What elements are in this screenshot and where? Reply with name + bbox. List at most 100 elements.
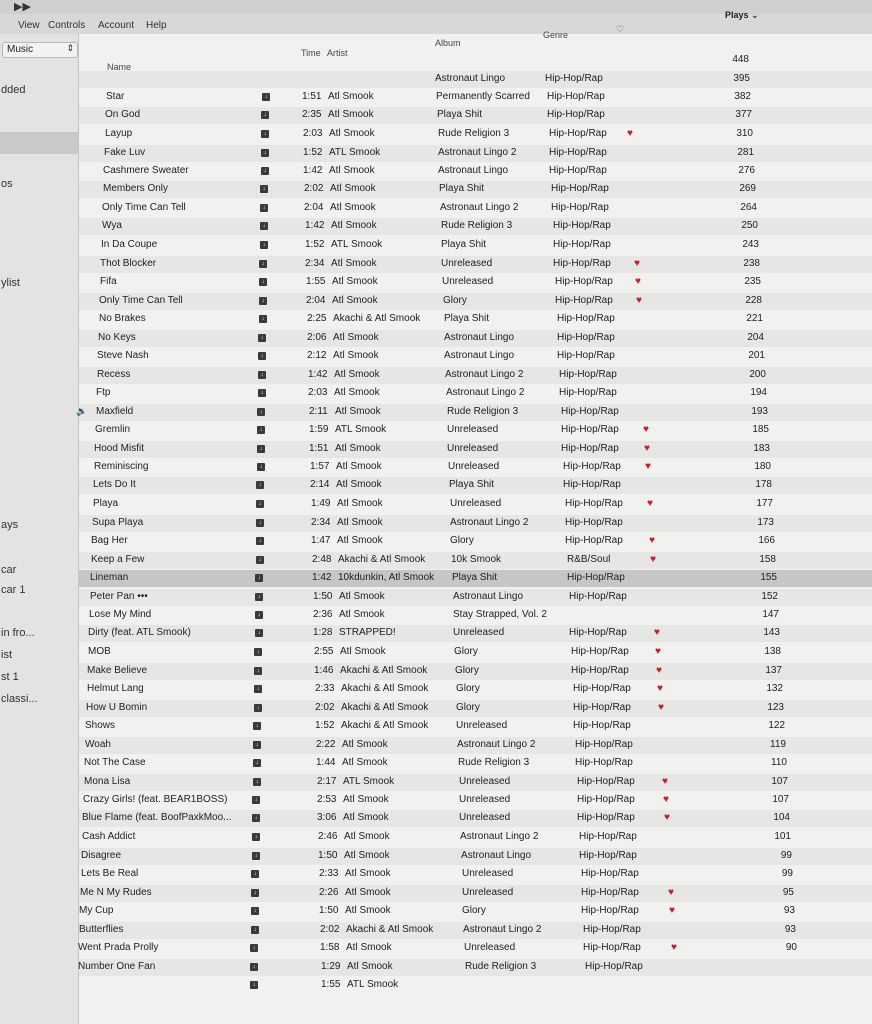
table-row[interactable]: Dirty (feat. ATL Smook) ↓ 1:28 STRAPPED! Unr… — [79, 625, 872, 642]
cloud-status-icon[interactable]: ↓ — [261, 130, 269, 138]
table-row[interactable]: 448 — [79, 52, 872, 69]
heart-icon[interactable]: ♥ — [654, 627, 660, 638]
table-row[interactable]: How U Bomin ↓ 2:02 Akachi & Atl Smook Glory H… — [79, 700, 872, 717]
table-row[interactable]: Only Time Can Tell ↓ 2:04 Atl Smook Glory Hip… — [79, 293, 872, 310]
table-row[interactable]: Blue Flame (feat. BoofPaxkMoo... ↓ 3:06 Atl… — [79, 810, 872, 827]
table-row[interactable]: Supa Playa ↓ 2:34 Atl Smook Astronaut Lingo … — [79, 515, 872, 532]
sidebar-item[interactable]: ays — [1, 519, 18, 531]
table-row[interactable]: Butterflies ↓ 2:02 Akachi & Atl Smook Astron… — [79, 922, 872, 939]
sidebar-item[interactable]: dded — [1, 84, 25, 96]
cloud-status-icon[interactable]: ↓ — [260, 222, 268, 230]
heart-icon[interactable]: ♥ — [656, 665, 662, 676]
heart-icon[interactable]: ♥ — [658, 702, 664, 713]
cloud-status-icon[interactable]: ↓ — [255, 629, 263, 637]
cloud-status-icon[interactable]: ↓ — [254, 704, 262, 712]
sidebar-item[interactable]: car 1 — [1, 584, 25, 596]
heart-icon[interactable]: ♥ — [649, 535, 655, 546]
cloud-status-icon[interactable]: ↓ — [255, 611, 263, 619]
heart-icon[interactable]: ♥ — [644, 443, 650, 454]
cloud-status-icon[interactable]: ↓ — [254, 685, 262, 693]
cloud-status-icon[interactable]: ↓ — [260, 204, 268, 212]
sidebar-item[interactable]: in fro... — [1, 627, 35, 639]
cloud-status-icon[interactable]: ↓ — [252, 814, 260, 822]
menu-help[interactable]: Help — [146, 20, 167, 31]
heart-icon[interactable]: ♥ — [645, 461, 651, 472]
cloud-status-icon[interactable]: ↓ — [253, 741, 261, 749]
table-row[interactable]: Number One Fan ↓ 1:29 Atl Smook Rude Religio… — [78, 959, 872, 976]
cloud-status-icon[interactable]: ↓ — [260, 185, 268, 193]
heart-icon[interactable]: ♥ — [655, 646, 661, 657]
cloud-status-icon[interactable]: ↓ — [261, 167, 269, 175]
cloud-status-icon[interactable]: ↓ — [258, 389, 266, 397]
table-row[interactable]: Lets Be Real ↓ 2:33 Atl Smook Unreleased Hip-… — [79, 866, 872, 883]
table-row[interactable]: No Brakes ↓ 2:25 Akachi & Atl Smook Playa Sh… — [79, 311, 872, 328]
cloud-status-icon[interactable]: ↓ — [258, 371, 266, 379]
table-row[interactable]: In Da Coupe ↓ 1:52 ATL Smook Playa Shit Hip-H… — [79, 237, 872, 254]
table-row[interactable]: Bag Her ↓ 1:47 Atl Smook Glory Hip-Hop/Rap ♥ 16… — [79, 533, 872, 550]
cloud-status-icon[interactable]: ↓ — [256, 519, 264, 527]
cloud-status-icon[interactable]: ↓ — [254, 648, 262, 656]
table-row[interactable]: Star ↓ 1:51 Atl Smook Permanently Scarred Hip… — [79, 89, 872, 106]
table-row[interactable]: Me N My Rudes ↓ 2:26 Atl Smook Unreleased Hip… — [79, 885, 872, 902]
cloud-status-icon[interactable]: ↓ — [256, 481, 264, 489]
cloud-status-icon[interactable]: ↓ — [259, 297, 267, 305]
cloud-status-icon[interactable]: ↓ — [256, 556, 264, 564]
table-row[interactable]: Lets Do It ↓ 2:14 Atl Smook Playa Shit Hip-Ho… — [79, 477, 872, 494]
cloud-status-icon[interactable]: ↓ — [252, 796, 260, 804]
cloud-status-icon[interactable]: ↓ — [259, 260, 267, 268]
menu-account[interactable]: Account — [98, 20, 134, 31]
sidebar-item[interactable]: car — [1, 564, 16, 576]
cloud-status-icon[interactable]: ↓ — [255, 593, 263, 601]
cloud-status-icon[interactable]: ↓ — [253, 759, 261, 767]
column-plays[interactable]: Plays ⌄ — [725, 10, 759, 21]
table-row[interactable]: Cashmere Sweater ↓ 1:42 Atl Smook Astronaut … — [79, 163, 872, 180]
cloud-status-icon[interactable]: ↓ — [254, 667, 262, 675]
table-row[interactable]: Steve Nash ↓ 2:12 Atl Smook Astronaut Lingo H… — [79, 348, 872, 365]
heart-icon[interactable]: ♥ — [671, 942, 677, 953]
table-row[interactable]: MOB ↓ 2:55 Atl Smook Glory Hip-Hop/Rap ♥ 138 — [79, 644, 872, 661]
cloud-status-icon[interactable]: ↓ — [253, 722, 261, 730]
table-row[interactable]: ↓ 1:55 ATL Smook — [79, 977, 872, 994]
table-row[interactable]: Gremlin ↓ 1:59 ATL Smook Unreleased Hip-Hop/R… — [79, 422, 872, 439]
fast-forward-icon[interactable]: ▶▶ — [14, 0, 31, 13]
table-row[interactable]: Make Believe ↓ 1:46 Akachi & Atl Smook Glory… — [79, 663, 872, 680]
cloud-status-icon[interactable]: ↓ — [259, 315, 267, 323]
cloud-status-icon[interactable]: ↓ — [251, 870, 259, 878]
table-row[interactable]: Lose My Mind ↓ 2:36 Atl Smook Stay Strapped,… — [79, 607, 872, 624]
table-row[interactable]: Only Time Can Tell ↓ 2:04 Atl Smook Astronau… — [79, 200, 872, 217]
table-row[interactable]: Playa ↓ 1:49 Atl Smook Unreleased Hip-Hop/Rap… — [79, 496, 872, 513]
cloud-status-icon[interactable]: ↓ — [251, 889, 259, 897]
cloud-status-icon[interactable]: ↓ — [255, 574, 263, 582]
cloud-status-icon[interactable]: ↓ — [252, 833, 260, 841]
menu-controls[interactable]: Controls — [48, 20, 85, 31]
heart-icon[interactable]: ♥ — [657, 683, 663, 694]
cloud-status-icon[interactable]: ↓ — [259, 278, 267, 286]
table-row[interactable]: Recess ↓ 1:42 Atl Smook Astronaut Lingo 2 Hip… — [79, 367, 872, 384]
sidebar-item[interactable]: ist — [1, 649, 12, 661]
sidebar-item[interactable]: st 1 — [1, 671, 19, 683]
library-select[interactable]: Music ⇕ — [2, 42, 78, 58]
cloud-status-icon[interactable]: ↓ — [257, 426, 265, 434]
heart-icon[interactable]: ♥ — [635, 276, 641, 287]
sidebar-item[interactable]: classi... — [1, 693, 38, 705]
table-row[interactable]: 🔉 Maxfield ↓ 2:11 Atl Smook Rude Religion 3 Hi… — [76, 404, 872, 421]
cloud-status-icon[interactable]: ↓ — [253, 778, 261, 786]
table-row[interactable]: Cash Addict ↓ 2:46 Atl Smook Astronaut Lingo… — [79, 829, 872, 846]
cloud-status-icon[interactable]: ↓ — [258, 334, 266, 342]
cloud-status-icon[interactable]: ↓ — [258, 352, 266, 360]
table-row[interactable]: Crazy Girls! (feat. BEAR1BOSS) ↓ 2:53 Atl S… — [79, 792, 872, 809]
cloud-status-icon[interactable]: ↓ — [256, 537, 264, 545]
table-row[interactable]: Lineman ↓ 1:42 10kdunkin, Atl Smook Playa Sh… — [79, 570, 872, 587]
table-row[interactable]: Helmut Lang ↓ 2:33 Akachi & Atl Smook Glory H… — [79, 681, 872, 698]
menu-view[interactable]: View — [18, 20, 40, 31]
heart-icon[interactable]: ♥ — [647, 498, 653, 509]
cloud-status-icon[interactable]: ↓ — [257, 445, 265, 453]
heart-icon[interactable]: ♥ — [636, 295, 642, 306]
table-row[interactable]: Keep a Few ↓ 2:48 Akachi & Atl Smook 10k Smo… — [79, 552, 872, 569]
column-genre[interactable]: Genre — [543, 30, 568, 40]
table-row[interactable]: My Cup ↓ 1:50 Atl Smook Glory Hip-Hop/Rap ♥ 93 — [79, 903, 872, 920]
table-row[interactable]: Reminiscing ↓ 1:57 Atl Smook Unreleased Hip-H… — [79, 459, 872, 476]
cloud-status-icon[interactable]: ↓ — [251, 926, 259, 934]
cloud-status-icon[interactable]: ↓ — [250, 963, 258, 971]
table-row[interactable]: Went Prada Prolly ↓ 1:58 Atl Smook Unrelease… — [78, 940, 872, 957]
